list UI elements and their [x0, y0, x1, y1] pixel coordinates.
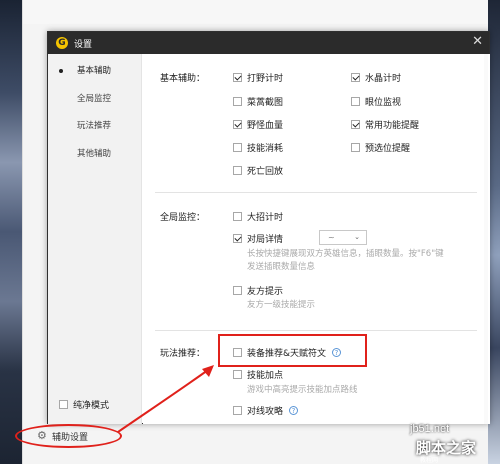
watermark-site: jb51.net [410, 423, 450, 435]
assist-settings-button[interactable]: ⚙ 辅助设置 [15, 424, 122, 448]
watermark-sub: 教程网 [420, 457, 439, 464]
gear-icon: ⚙ [37, 429, 47, 442]
assist-settings-label: 辅助设置 [52, 433, 89, 443]
annotation-arrow [117, 365, 214, 433]
